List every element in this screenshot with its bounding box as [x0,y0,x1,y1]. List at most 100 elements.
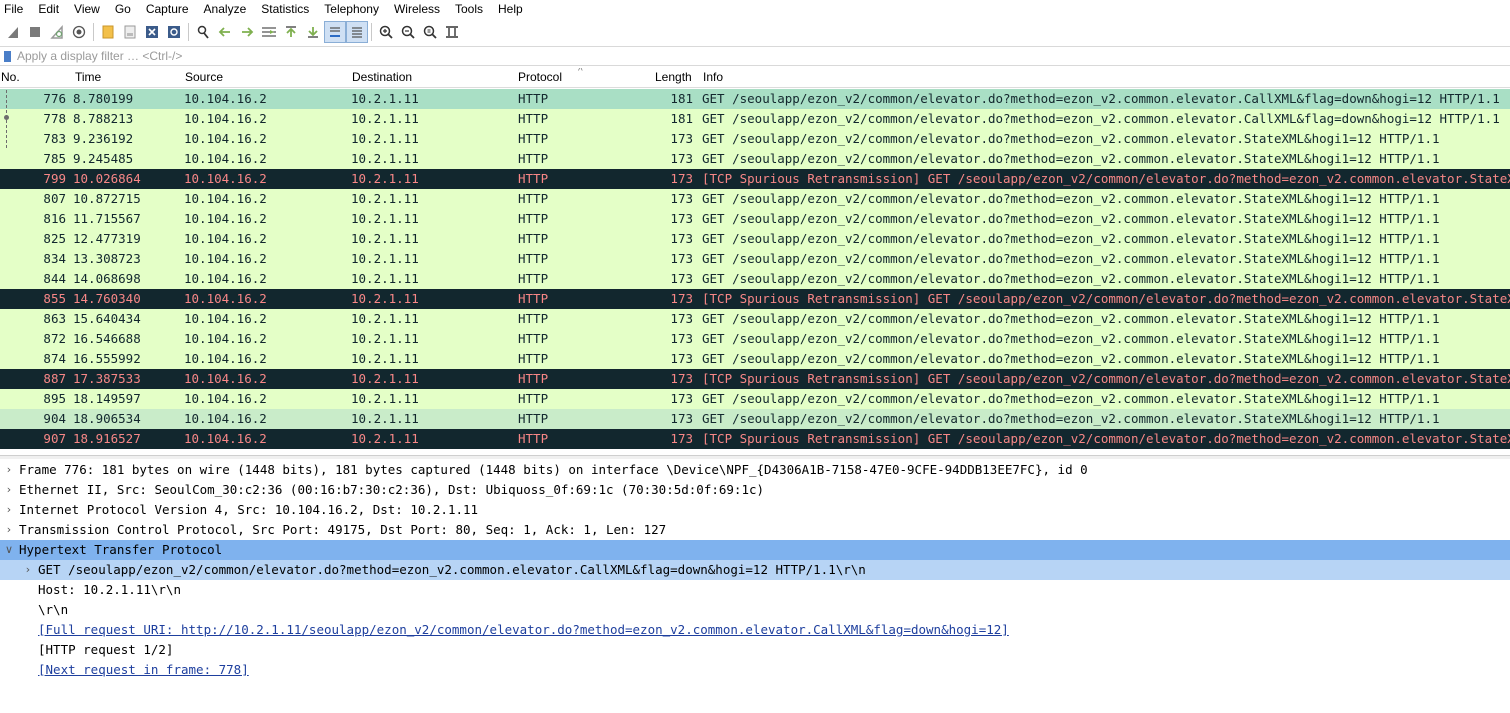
packet-info: GET /seoulapp/ezon_v2/common/elevator.do… [702,231,1440,246]
packet-row[interactable]: 887 17.387533 10.104.16.2 10.2.1.11 HTTP 173[… [0,369,1510,389]
go-first-icon[interactable] [280,21,302,43]
find-packet-icon[interactable] [192,21,214,43]
packet-length: 173 [670,411,693,426]
packet-length: 173 [670,291,693,306]
packet-row[interactable]: 907 18.916527 10.104.16.2 10.2.1.11 HTTP 173[… [0,429,1510,449]
menu-statistics[interactable]: Statistics [261,1,309,17]
display-filter-bar [0,46,1510,66]
packet-length: 173 [670,171,693,186]
packet-row[interactable]: 807 10.872715 10.104.16.2 10.2.1.11 HTTP 173 G… [0,189,1510,209]
tree-item-http-get[interactable]: › GET /seoulapp/ezon_v2/common/elevator.… [0,560,1510,580]
packet-row[interactable]: 825 12.477319 10.104.16.2 10.2.1.11 HTTP 173 G… [0,229,1510,249]
open-file-icon[interactable] [97,21,119,43]
packet-length: 173 [670,251,693,266]
expand-arrow-icon[interactable]: › [3,520,15,540]
tree-item-ip[interactable]: › Internet Protocol Version 4, Src: 10.1… [0,500,1510,520]
go-forward-icon[interactable] [236,21,258,43]
tree-item-crlf[interactable]: \r\n [0,600,1510,620]
packet-row[interactable]: 904 18.906534 10.104.16.2 10.2.1.11 HTTP 173 G… [0,409,1510,429]
menu-view[interactable]: View [74,1,100,17]
packet-row[interactable]: 863 15.640434 10.104.16.2 10.2.1.11 HTTP 173 G… [0,309,1510,329]
go-last-icon[interactable] [302,21,324,43]
menu-analyze[interactable]: Analyze [204,1,247,17]
packet-details: › Frame 776: 181 bytes on wire (1448 bit… [0,459,1510,713]
bookmark-icon[interactable] [0,47,14,65]
stop-square-icon[interactable] [24,21,46,43]
packet-length: 173 [670,311,693,326]
column-header-length[interactable]: Length [655,70,692,84]
tree-item-tcp[interactable]: › Transmission Control Protocol, Src Por… [0,520,1510,540]
column-header-no[interactable]: No. [1,70,20,84]
capture-options-icon[interactable] [68,21,90,43]
menu-wireless[interactable]: Wireless [394,1,440,17]
menu-go[interactable]: Go [115,1,131,17]
zoom-in-icon[interactable] [375,21,397,43]
colorize-icon[interactable] [346,21,368,43]
packet-row[interactable]: 895 18.149597 10.104.16.2 10.2.1.11 HTTP 173 G… [0,389,1510,409]
go-back-icon[interactable] [214,21,236,43]
packet-row[interactable]: 872 16.546688 10.104.16.2 10.2.1.11 HTTP 173 G… [0,329,1510,349]
packet-info: GET /seoulapp/ezon_v2/common/elevator.do… [702,151,1440,166]
full-request-uri-link[interactable]: [Full request URI: http://10.2.1.11/seou… [38,620,1009,640]
expand-arrow-icon[interactable]: › [3,480,15,500]
related-packet-dot-icon [4,115,9,120]
tree-item-frame[interactable]: › Frame 776: 181 bytes on wire (1448 bit… [0,460,1510,480]
packet-length: 173 [670,131,693,146]
packet-list: No. Time Source Destination Protocol ^ L… [0,68,1510,455]
expand-arrow-icon[interactable]: › [3,460,15,480]
collapse-arrow-icon[interactable]: ∨ [3,540,15,560]
tree-item-full-uri[interactable]: [Full request URI: http://10.2.1.11/seou… [0,620,1510,640]
menu-file[interactable]: File [4,1,23,17]
packet-row[interactable]: 799 10.026864 10.104.16.2 10.2.1.11 HTTP 173[… [0,169,1510,189]
expand-arrow-icon[interactable]: › [3,500,15,520]
column-header-time[interactable]: Time [75,70,101,84]
save-file-icon[interactable] [119,21,141,43]
packet-row[interactable]: 776 8.780199 10.104.16.2 10.2.1.11 HTTP 181 GE… [0,89,1510,109]
tree-item-http[interactable]: ∨ Hypertext Transfer Protocol [0,540,1510,560]
menu-tools[interactable]: Tools [455,1,483,17]
packet-row[interactable]: 844 14.068698 10.104.16.2 10.2.1.11 HTTP 173 G… [0,269,1510,289]
packet-length: 173 [670,211,693,226]
zoom-out-icon[interactable] [397,21,419,43]
tree-item-next-request[interactable]: [Next request in frame: 778] [0,660,1510,680]
packet-length: 173 [670,151,693,166]
close-file-icon[interactable] [141,21,163,43]
column-header-protocol[interactable]: Protocol [518,70,562,84]
packet-list-header: No. Time Source Destination Protocol ^ L… [0,68,1510,88]
menu-telephony[interactable]: Telephony [324,1,379,17]
next-request-link[interactable]: [Next request in frame: 778] [38,660,249,680]
tree-item-request-number[interactable]: [HTTP request 1/2] [0,640,1510,660]
restart-icon[interactable] [46,21,68,43]
tree-item-ethernet[interactable]: › Ethernet II, Src: SeoulCom_30:c2:36 (0… [0,480,1510,500]
column-header-destination[interactable]: Destination [352,70,412,84]
toolbar-separator [371,23,372,41]
zoom-normal-icon[interactable] [419,21,441,43]
packet-row[interactable]: 816 11.715567 10.104.16.2 10.2.1.11 HTTP 173 G… [0,209,1510,229]
toolbar-separator [93,23,94,41]
packet-row[interactable]: 783 9.236192 10.104.16.2 10.2.1.11 HTTP 173 GE… [0,129,1510,149]
packet-row[interactable]: 855 14.760340 10.104.16.2 10.2.1.11 HTTP 173[… [0,289,1510,309]
expand-arrow-icon[interactable]: › [22,560,34,580]
menu-capture[interactable]: Capture [146,1,189,17]
menu-help[interactable]: Help [498,1,523,17]
go-to-packet-icon[interactable] [258,21,280,43]
packet-info: GET /seoulapp/ezon_v2/common/elevator.do… [702,91,1500,106]
packet-row[interactable]: 778 8.788213 10.104.16.2 10.2.1.11 HTTP 181 GE… [0,109,1510,129]
column-header-info[interactable]: Info [703,70,723,84]
resize-columns-icon[interactable] [441,21,463,43]
packet-info: [TCP Spurious Retransmission] GET /seoul… [702,371,1510,386]
packet-row[interactable]: 785 9.245485 10.104.16.2 10.2.1.11 HTTP 173 GE… [0,149,1510,169]
packet-length: 173 [670,391,693,406]
packet-row[interactable]: 834 13.308723 10.104.16.2 10.2.1.11 HTTP 173 G… [0,249,1510,269]
reload-file-icon[interactable] [163,21,185,43]
packet-row[interactable]: 874 16.555992 10.104.16.2 10.2.1.11 HTTP 173 G… [0,349,1510,369]
sort-ascending-icon: ^ [578,68,583,77]
toolbar-separator [188,23,189,41]
display-filter-input[interactable] [14,47,1510,65]
autoscroll-icon[interactable] [324,21,346,43]
menu-edit[interactable]: Edit [38,1,59,17]
packet-info: GET /seoulapp/ezon_v2/common/elevator.do… [702,271,1440,286]
column-header-source[interactable]: Source [185,70,223,84]
shark-fin-start-icon[interactable] [2,21,24,43]
tree-item-host[interactable]: Host: 10.2.1.11\r\n [0,580,1510,600]
